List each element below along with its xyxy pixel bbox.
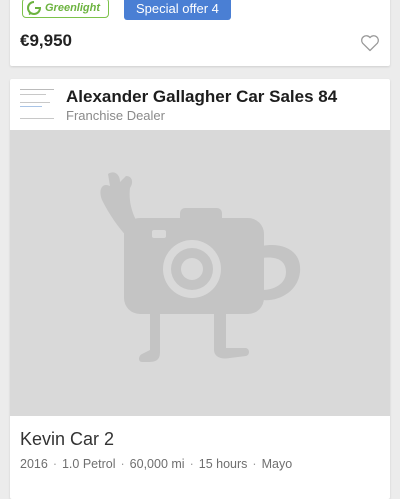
listing-card[interactable]: Alexander Gallagher Car Sales 84 Franchi… — [10, 79, 390, 499]
listing-title[interactable]: Kevin Car 2 — [20, 429, 114, 450]
listing-meta: 2016 · 1.0 Petrol · 60,000 mi · 15 hours… — [20, 457, 292, 471]
meta-separator: · — [189, 457, 194, 471]
heart-outline-icon[interactable] — [360, 34, 380, 52]
camera-mascot-icon — [100, 172, 301, 362]
meta-engine: 1.0 Petrol — [61, 457, 116, 471]
dealer-name[interactable]: Alexander Gallagher Car Sales 84 — [66, 87, 337, 107]
meta-separator: · — [120, 457, 125, 471]
meta-mileage: 60,000 mi — [129, 457, 185, 471]
greenlight-g-icon — [27, 1, 41, 15]
listing-card-previous[interactable]: Greenlight Special offer 4 €9,950 — [10, 0, 390, 66]
meta-separator: · — [52, 457, 57, 471]
meta-separator: · — [252, 457, 257, 471]
price: €9,950 — [20, 31, 72, 50]
listing-photo[interactable] — [10, 130, 390, 416]
special-offer-badge: Special offer 4 — [124, 0, 231, 20]
greenlight-label: Greenlight — [45, 2, 101, 14]
greenlight-badge: Greenlight — [22, 0, 110, 18]
dealer-logo[interactable] — [18, 85, 58, 125]
meta-age: 15 hours — [198, 457, 248, 471]
meta-year: 2016 — [20, 457, 48, 471]
meta-location: Mayo — [261, 457, 293, 471]
dealer-type: Franchise Dealer — [66, 108, 165, 123]
